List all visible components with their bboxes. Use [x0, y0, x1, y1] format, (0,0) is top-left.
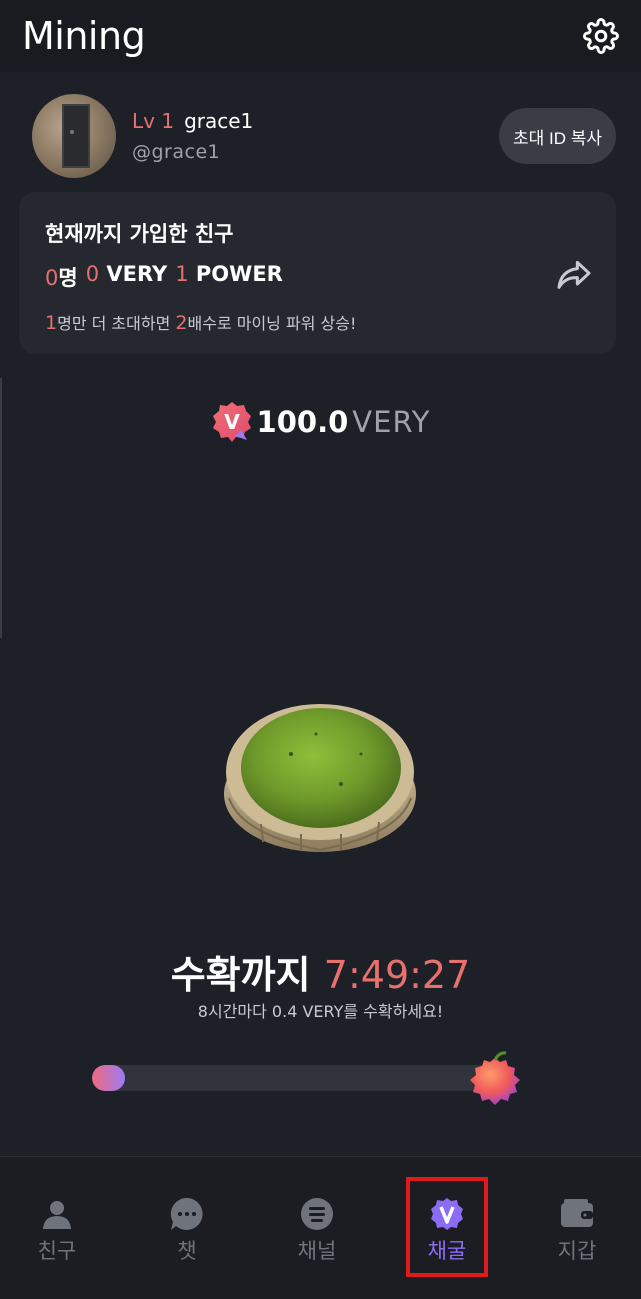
mining-island-image[interactable]	[221, 694, 419, 856]
power-count: 1	[175, 262, 189, 286]
wallet-icon	[561, 1199, 593, 1227]
nav-item-wallet[interactable]: 지갑	[532, 1197, 622, 1267]
profile-section: Lv 1 grace1 @grace1 초대 ID 복사	[32, 94, 616, 178]
nav-label-channel: 채널	[297, 1239, 337, 1263]
bottom-navigation: 친구 챗 채널 채굴 지갑	[0, 1156, 641, 1299]
user-handle: @grace1	[132, 141, 221, 163]
very-badge-icon: V	[212, 402, 251, 442]
channel-icon	[301, 1198, 333, 1230]
avatar[interactable]	[32, 94, 116, 178]
nav-label-chat: 챗	[177, 1239, 197, 1263]
friends-count: 0	[45, 266, 59, 290]
hint-text-1: 명만 더 초대하면	[57, 314, 176, 333]
hint-count-2: 2	[175, 312, 188, 334]
fruit-reward-icon[interactable]	[466, 1048, 524, 1110]
very-unit: VERY	[106, 262, 168, 286]
profile-info: Lv 1 grace1 @grace1	[132, 109, 499, 163]
nav-item-channel[interactable]: 채널	[272, 1197, 362, 1267]
friends-card: 현재까지 가입한 친구 0명 0 VERY 1 POWER 1명만 더 초대하면…	[19, 192, 616, 354]
nav-label-friends: 친구	[37, 1239, 77, 1263]
balance-display: V 100.0 VERY	[0, 400, 641, 444]
app-header: Mining	[0, 0, 641, 72]
hint-count-1: 1	[45, 312, 58, 334]
copy-invite-id-button[interactable]: 초대 ID 복사	[498, 108, 616, 164]
harvest-timer: 수확까지 7:49:27	[0, 944, 641, 999]
very-count: 0	[85, 262, 100, 286]
gear-icon[interactable]	[583, 18, 619, 54]
balance-amount: 100.0	[256, 405, 349, 439]
balance-unit: VERY	[352, 405, 431, 439]
mining-screen: Mining Lv 1 grace1 @grace1 초대 ID 복사 현재까지…	[0, 0, 641, 1299]
hint-text-2: 배수로 마이닝 파워 상승!	[187, 314, 357, 333]
invite-hint: 1명만 더 초대하면 2배수로 마이닝 파워 상승!	[45, 310, 590, 334]
selection-highlight-box	[406, 1177, 488, 1277]
timer-subtitle: 8시간마다 0.4 VERY를 수확하세요!	[197, 1002, 444, 1021]
username: grace1	[184, 109, 254, 133]
friends-card-title: 현재까지 가입한 친구	[45, 222, 234, 246]
power-unit: POWER	[195, 262, 283, 286]
chat-icon	[170, 1197, 203, 1230]
timer-label: 수확까지	[170, 953, 324, 997]
friends-unit: 명	[58, 266, 78, 290]
share-icon[interactable]	[554, 254, 594, 294]
nav-item-chat[interactable]: 챗	[142, 1197, 232, 1267]
very-badge-letter: V	[224, 410, 240, 434]
nav-label-wallet: 지갑	[557, 1239, 597, 1263]
page-title: Mining	[22, 14, 146, 58]
nav-item-friends[interactable]: 친구	[12, 1197, 102, 1267]
friends-stats: 0명 0 VERY 1 POWER	[45, 262, 590, 292]
person-icon	[43, 1201, 71, 1229]
harvest-progress-fill	[92, 1065, 125, 1091]
level-label: Lv 1	[132, 109, 175, 133]
harvest-progress-bar	[92, 1065, 500, 1091]
timer-value: 7:49:27	[323, 953, 471, 997]
